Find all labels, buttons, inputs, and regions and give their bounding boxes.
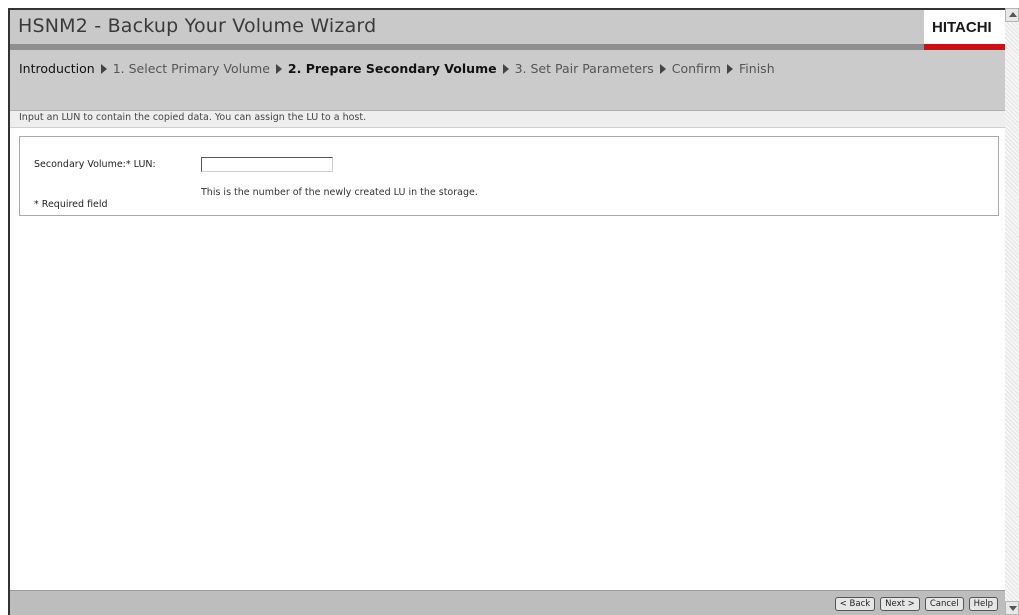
step-finish: Finish	[739, 61, 775, 76]
lun-hint: This is the number of the newly created …	[201, 187, 478, 198]
lun-label: Secondary Volume:* LUN:	[34, 159, 156, 170]
triangle-right-icon	[502, 64, 509, 74]
step-confirm: Confirm	[671, 61, 722, 76]
arrow-up-icon	[1009, 12, 1017, 17]
wizard-window: HSNM2 - Backup Your Volume Wizard HITACH…	[8, 8, 1005, 615]
cancel-button[interactable]: Cancel	[924, 597, 964, 611]
help-button[interactable]: Help	[968, 597, 998, 611]
instruction-text: Input an LUN to contain the copied data.…	[19, 112, 367, 123]
brand-name: HITACHI	[932, 19, 992, 36]
title-bar: HSNM2 - Backup Your Volume Wizard	[10, 10, 1005, 45]
arrow-down-icon	[1009, 606, 1017, 611]
scroll-down-button[interactable]	[1005, 601, 1019, 615]
brand-logo: HITACHI	[924, 10, 1005, 50]
triangle-right-icon	[659, 64, 666, 74]
back-button[interactable]: < Back	[834, 597, 876, 611]
lun-input[interactable]	[201, 157, 333, 172]
button-bar: < Back Next > Cancel Help	[10, 590, 1005, 615]
step-select-primary-volume: 1. Select Primary Volume	[112, 61, 270, 76]
window-title: HSNM2 - Backup Your Volume Wizard	[18, 15, 377, 37]
secondary-volume-form: Secondary Volume:* LUN: This is the numb…	[19, 136, 999, 216]
triangle-right-icon	[275, 64, 282, 74]
triangle-right-icon	[727, 64, 734, 74]
required-field-note: * Required field	[34, 199, 108, 210]
triangle-right-icon	[100, 64, 107, 74]
vertical-scrollbar[interactable]	[1005, 8, 1019, 615]
instruction-bar: Input an LUN to contain the copied data.…	[10, 111, 1005, 128]
scroll-up-button[interactable]	[1005, 8, 1019, 22]
step-set-pair-parameters: 3. Set Pair Parameters	[514, 61, 654, 76]
next-button[interactable]: Next >	[880, 597, 920, 611]
step-prepare-secondary-volume: 2. Prepare Secondary Volume	[287, 61, 497, 76]
wizard-steps: Introduction 1. Select Primary Volume 2. P…	[10, 50, 1005, 111]
step-introduction: Introduction	[19, 61, 95, 76]
